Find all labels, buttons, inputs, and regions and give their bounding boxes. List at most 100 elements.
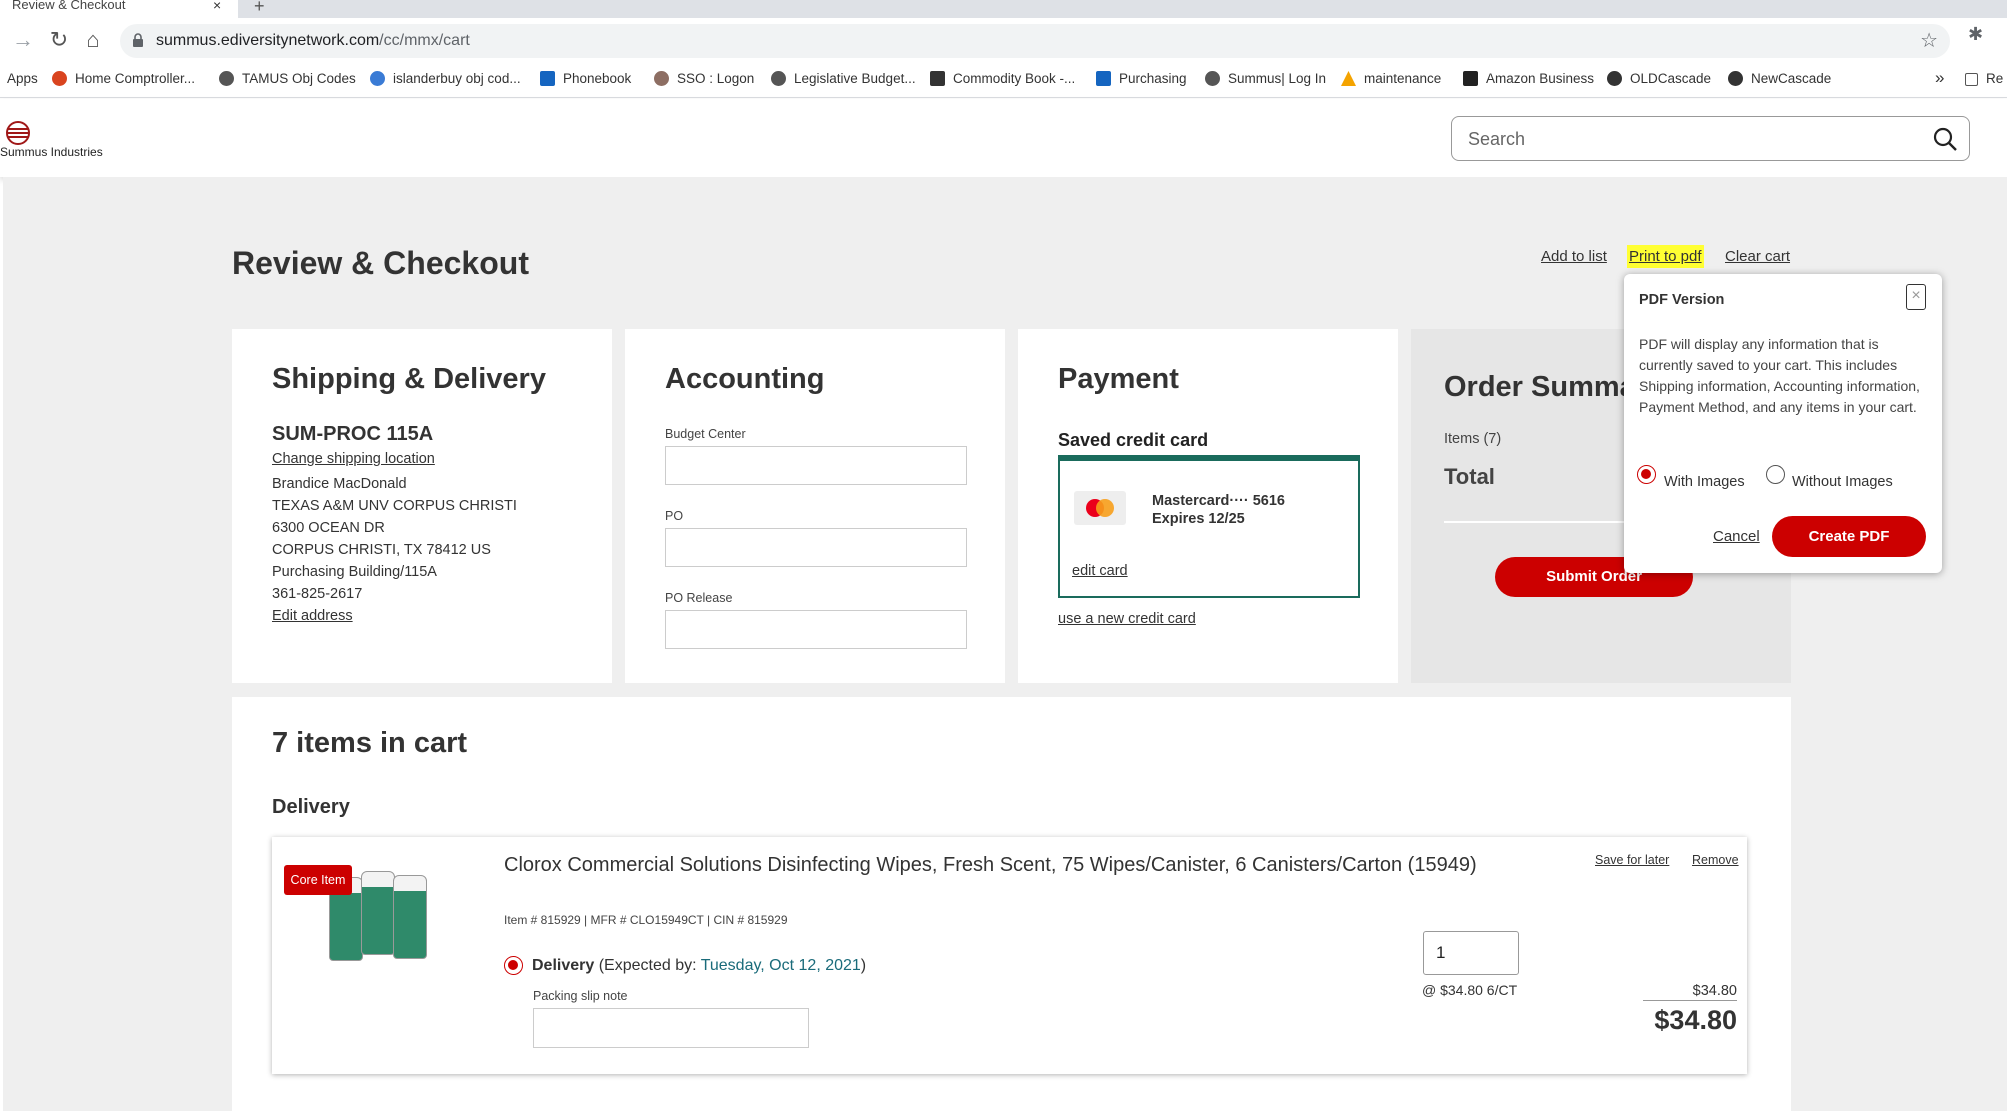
item-total: $34.80 bbox=[1654, 1005, 1737, 1035]
po-release-field[interactable] bbox=[665, 610, 967, 649]
logo-text: Summus Industries bbox=[0, 145, 103, 159]
tab-close-icon[interactable]: × bbox=[213, 0, 221, 12]
extensions-icon[interactable]: ✱ bbox=[1968, 24, 1983, 45]
shipping-card: Shipping & Delivery SUM-PROC 115A Change… bbox=[232, 329, 612, 683]
core-item-badge: Core Item bbox=[284, 865, 352, 895]
browser-tab[interactable]: Review & Checkout × bbox=[0, 0, 238, 18]
change-shipping-link[interactable]: Change shipping location bbox=[272, 451, 435, 467]
tab-title: Review & Checkout bbox=[12, 0, 126, 12]
bookmark-favicon-icon bbox=[52, 71, 67, 86]
saved-card-heading: Saved credit card bbox=[1058, 430, 1209, 450]
budget-center-label: Budget Center bbox=[665, 427, 746, 441]
line-price: $34.80 bbox=[1643, 983, 1737, 1001]
items-count: Items (7) bbox=[1444, 431, 1502, 447]
lock-icon bbox=[133, 33, 143, 47]
accounting-card: Accounting Budget Center PO PO Release bbox=[625, 329, 1005, 683]
bookmark-item[interactable]: islanderbuy obj cod... bbox=[370, 71, 521, 86]
bookmark-favicon-icon bbox=[1728, 71, 1743, 86]
delivery-option: Delivery (Expected by: Tuesday, Oct 12, … bbox=[532, 957, 866, 975]
bookmark-favicon-icon bbox=[1205, 71, 1220, 86]
delivery-section-heading: Delivery bbox=[272, 796, 350, 818]
new-tab-icon[interactable]: + bbox=[254, 0, 265, 17]
create-pdf-button[interactable]: Create PDF bbox=[1772, 516, 1926, 557]
bookmark-item[interactable]: maintenance bbox=[1341, 71, 1441, 86]
bookmark-favicon-icon bbox=[1096, 71, 1111, 86]
payment-heading: Payment bbox=[1058, 363, 1179, 395]
reload-icon[interactable]: ↻ bbox=[46, 27, 72, 53]
bookmark-item[interactable]: Summus| Log In bbox=[1205, 71, 1326, 86]
address-line: CORPUS CHRISTI, TX 78412 US bbox=[272, 542, 491, 558]
mastercard-icon bbox=[1074, 491, 1126, 525]
packing-slip-label: Packing slip note bbox=[533, 989, 628, 1003]
bookmark-star-icon[interactable]: ☆ bbox=[1920, 28, 1938, 53]
po-field[interactable] bbox=[665, 528, 967, 567]
back-icon[interactable]: → bbox=[10, 27, 36, 53]
address-line: Brandice MacDonald bbox=[272, 476, 407, 492]
card-expiry: Expires 12/25 bbox=[1152, 511, 1245, 527]
bookmark-favicon-icon bbox=[654, 71, 669, 86]
bookmark-favicon-icon bbox=[540, 71, 555, 86]
total-label: Total bbox=[1444, 464, 1495, 489]
cart-items-section: 7 items in cart Delivery Core Item Cloro… bbox=[232, 697, 1791, 1111]
without-images-label: Without Images bbox=[1792, 474, 1893, 490]
edit-card-link[interactable]: edit card bbox=[1072, 563, 1128, 579]
add-to-list-link[interactable]: Add to list bbox=[1541, 248, 1607, 265]
bookmark-item[interactable]: Phonebook bbox=[540, 71, 631, 86]
bookmark-item[interactable]: Legislative Budget... bbox=[771, 71, 916, 86]
url-text: summus.ediversitynetwork.com/cc/mmx/cart bbox=[156, 32, 470, 49]
saved-card[interactable]: Mastercard···· 5616 Expires 12/25 edit c… bbox=[1058, 455, 1360, 598]
print-to-pdf-link[interactable]: Print to pdf bbox=[1627, 245, 1704, 268]
reading-list-button[interactable]: Re bbox=[1965, 71, 2003, 86]
bookmark-item[interactable]: TAMUS Obj Codes bbox=[219, 71, 356, 86]
cart-count-heading: 7 items in cart bbox=[272, 727, 468, 759]
edit-address-link[interactable]: Edit address bbox=[272, 608, 353, 624]
popup-title: PDF Version bbox=[1639, 292, 1725, 308]
remove-link[interactable]: Remove bbox=[1692, 853, 1739, 867]
browser-toolbar: → ↻ ⌂ summus.ediversitynetwork.com/cc/mm… bbox=[0, 18, 2007, 62]
product-canister bbox=[393, 875, 427, 959]
address-line: 6300 OCEAN DR bbox=[272, 520, 385, 536]
with-images-label: With Images bbox=[1664, 474, 1745, 490]
delivery-radio[interactable] bbox=[504, 956, 523, 975]
bookmark-item[interactable]: Purchasing bbox=[1096, 71, 1187, 86]
search-input[interactable] bbox=[1468, 126, 1908, 152]
search-icon[interactable] bbox=[1932, 126, 1958, 152]
address-bar[interactable]: summus.ediversitynetwork.com/cc/mmx/cart… bbox=[120, 24, 1950, 58]
without-images-radio[interactable] bbox=[1766, 465, 1785, 484]
expected-prefix: (Expected by: bbox=[598, 957, 701, 974]
unit-price: @ $34.80 6/CT bbox=[1422, 982, 1518, 998]
close-icon[interactable]: × bbox=[1906, 284, 1926, 310]
product-meta: Item # 815929 | MFR # CLO15949CT | CIN #… bbox=[504, 913, 788, 927]
payment-card: Payment Saved credit card Mastercard····… bbox=[1018, 329, 1398, 683]
bookmark-item[interactable]: OLDCascade bbox=[1607, 71, 1711, 86]
popup-description: PDF will display any information that is… bbox=[1639, 336, 1920, 415]
bookmarks-overflow-icon[interactable]: » bbox=[1935, 68, 1944, 88]
po-label: PO bbox=[665, 509, 684, 523]
bookmark-item[interactable]: Commodity Book -... bbox=[930, 71, 1075, 86]
bookmark-item[interactable]: Amazon Business bbox=[1463, 71, 1594, 86]
new-card-link[interactable]: use a new credit card bbox=[1058, 611, 1196, 627]
clear-cart-link[interactable]: Clear cart bbox=[1725, 248, 1790, 265]
bookmark-favicon-icon bbox=[1463, 71, 1478, 86]
cart-item: Core Item Clorox Commercial Solutions Di… bbox=[272, 837, 1747, 1074]
home-icon[interactable]: ⌂ bbox=[80, 27, 106, 53]
order-summary-heading: Order Summa bbox=[1444, 371, 1636, 403]
bookmark-apps[interactable]: Apps bbox=[7, 71, 38, 86]
budget-center-field[interactable] bbox=[665, 446, 967, 485]
save-for-later-link[interactable]: Save for later bbox=[1595, 853, 1669, 867]
expected-suffix: ) bbox=[860, 957, 867, 974]
quantity-input[interactable]: 1 bbox=[1423, 931, 1519, 975]
packing-slip-input[interactable] bbox=[533, 1008, 809, 1048]
cancel-link[interactable]: Cancel bbox=[1713, 528, 1760, 545]
product-name[interactable]: Clorox Commercial Solutions Disinfecting… bbox=[504, 851, 1504, 879]
expected-date: Tuesday, Oct 12, 2021 bbox=[700, 957, 861, 974]
address-line: TEXAS A&M UNV CORPUS CHRISTI bbox=[272, 498, 517, 514]
address-line: Purchasing Building/115A bbox=[272, 564, 437, 580]
bookmark-item[interactable]: Home Comptroller... bbox=[52, 71, 195, 86]
phone-number: 361-825-2617 bbox=[272, 586, 363, 602]
reading-list-icon bbox=[1965, 73, 1978, 86]
bookmark-item[interactable]: SSO : Logon bbox=[654, 71, 754, 86]
site-header: Summus Industries bbox=[0, 99, 2007, 177]
with-images-radio[interactable] bbox=[1637, 465, 1656, 484]
bookmark-item[interactable]: NewCascade bbox=[1728, 71, 1831, 86]
